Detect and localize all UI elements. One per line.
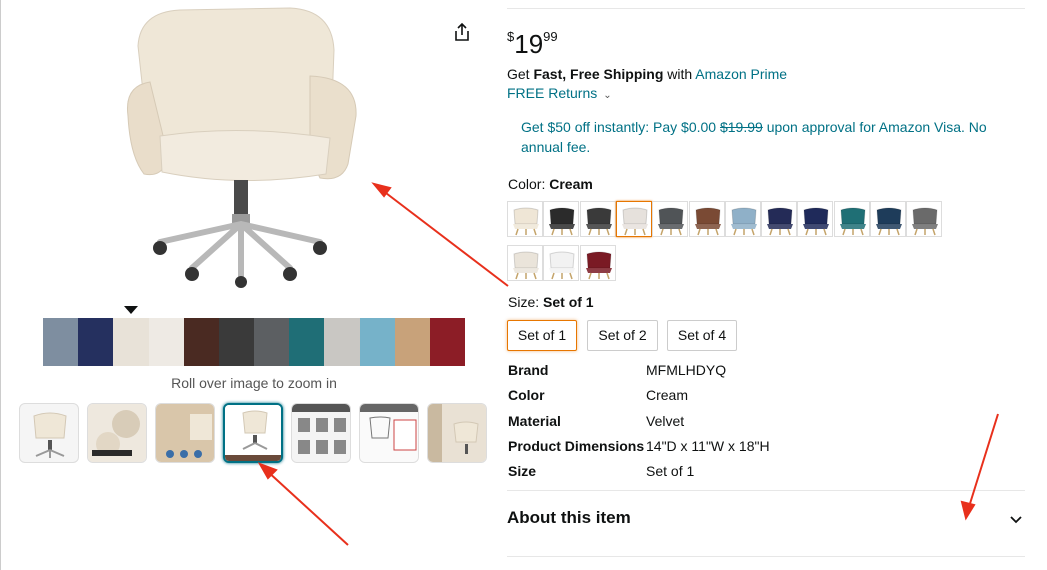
price-fraction: 99 (543, 29, 558, 44)
price: $1999 (507, 22, 558, 59)
thumbnail-assembly-steps[interactable] (291, 403, 351, 463)
thumbnail-chair-lifestyle[interactable] (155, 403, 215, 463)
shipping-prefix: Get (507, 66, 534, 82)
spec-key: Brand (508, 362, 549, 378)
color-swatch-white-gray[interactable] (615, 201, 652, 237)
size-option-set-of-2[interactable]: Set of 2 (587, 320, 658, 351)
spec-value: Set of 1 (646, 463, 695, 479)
color-swatch-dark-teal[interactable] (870, 201, 906, 237)
swatch-chair-image (513, 207, 539, 236)
color-strip-band (43, 318, 79, 366)
top-divider (507, 8, 1025, 9)
color-label: Color: Cream (508, 176, 593, 192)
promo-strike-price: $19.99 (719, 119, 763, 135)
promo-text: Get $50 off instantly: Pay $0.00 (521, 119, 720, 135)
spec-key: Material (508, 413, 561, 429)
spec-value: Cream (646, 387, 689, 403)
annotation-arrow-main-image (381, 189, 509, 287)
fabric-color-strip-image (43, 318, 466, 366)
swatch-chair-image (585, 251, 612, 280)
spec-value: 14"D x 11"W x 18"H (646, 438, 770, 454)
color-strip-band (289, 318, 325, 366)
color-swatch-light-blue[interactable] (724, 201, 761, 237)
color-swatch-teal[interactable] (833, 201, 870, 237)
size-label-prefix: Size: (508, 294, 544, 310)
size-option-set-of-4[interactable]: Set of 4 (667, 320, 737, 351)
color-swatch-cream[interactable] (507, 201, 543, 237)
spec-key: Product Dimensions (508, 438, 645, 454)
selected-size-name: Set of 1 (543, 294, 594, 310)
color-swatch-navy-a[interactable] (761, 201, 798, 237)
swatch-chair-image (803, 207, 830, 236)
spec-key: Size (508, 463, 537, 479)
spec-key: Color (508, 387, 545, 403)
color-swatch-beige-light[interactable] (507, 245, 543, 281)
color-strip-band (324, 318, 360, 366)
color-strip-band (218, 318, 255, 366)
chevron-down-icon: ⌄ (603, 90, 612, 101)
selected-color-name: Cream (549, 176, 593, 192)
shipping-info: Get Fast, Free Shipping with Amazon Prim… (507, 66, 787, 82)
thumbnail-velvet-fabric-detail[interactable] (87, 403, 147, 463)
thumbnail-measurement-guide[interactable] (359, 403, 419, 463)
free-returns-link[interactable]: FREE Returns ⌄ (507, 85, 612, 101)
swatch-chair-image (549, 251, 576, 280)
swatch-chair-image (767, 207, 794, 236)
free-returns-label: FREE Returns (507, 85, 598, 101)
spec-value: Velvet (646, 413, 685, 429)
page-left-border (0, 0, 1, 570)
main-product-image[interactable] (120, 6, 360, 288)
share-icon[interactable] (452, 22, 472, 42)
color-swatch-black-velvet[interactable] (579, 201, 616, 237)
shipping-middle: with (663, 66, 696, 82)
thumbnail-chair-in-room[interactable] (427, 403, 487, 463)
color-swatch-white[interactable] (543, 245, 580, 281)
color-strip-band (429, 318, 466, 366)
swatch-chair-image (658, 207, 685, 236)
color-strip-band (359, 318, 395, 366)
swatch-chair-image (513, 251, 539, 280)
color-strip-band (148, 318, 184, 366)
swatch-chair-image (549, 207, 576, 236)
visa-promo-link[interactable]: Get $50 off instantly: Pay $0.00 $19.99 … (521, 117, 999, 157)
color-swatch-burgundy[interactable] (579, 245, 616, 281)
amazon-prime-link[interactable]: Amazon Prime (695, 66, 787, 82)
color-swatch-brown[interactable] (688, 201, 725, 237)
thumbnail-chair-with-swatches[interactable] (223, 403, 283, 463)
swatch-chair-image (839, 207, 866, 236)
section-divider (507, 556, 1025, 557)
swatch-chair-image (621, 207, 648, 236)
selected-swatch-indicator-icon (124, 306, 138, 314)
chevron-down-icon[interactable] (1008, 512, 1024, 528)
color-strip-band (254, 318, 290, 366)
annotation-arrow-chevron (967, 413, 999, 511)
color-strip-band (394, 318, 430, 366)
shipping-fast-free: Fast, Free Shipping (533, 66, 664, 82)
spec-value: MFMLHDYQ (646, 362, 727, 378)
color-strip-band (78, 318, 114, 366)
annotation-arrow-thumbnail (265, 469, 349, 546)
swatch-chair-image (585, 207, 612, 236)
color-swatch-navy-b[interactable] (797, 201, 834, 237)
color-swatch-dark-gray[interactable] (652, 201, 689, 237)
swatch-chair-image (694, 207, 721, 236)
section-divider (507, 490, 1025, 491)
zoom-hint: Roll over image to zoom in (171, 375, 337, 391)
color-strip-band (113, 318, 149, 366)
color-strip-band (183, 318, 219, 366)
size-option-set-of-1[interactable]: Set of 1 (507, 320, 577, 351)
about-this-item-heading[interactable]: About this item (507, 508, 631, 528)
swatch-chair-image (876, 207, 902, 236)
color-swatch-gray[interactable] (906, 201, 943, 237)
color-label-prefix: Color: (508, 176, 550, 192)
swatch-chair-image (912, 207, 939, 236)
thumbnail-chair-front[interactable] (19, 403, 79, 463)
color-swatch-black[interactable] (543, 201, 580, 237)
size-label: Size: Set of 1 (508, 294, 594, 310)
swatch-chair-image (730, 207, 757, 236)
price-whole: 19 (514, 29, 544, 59)
